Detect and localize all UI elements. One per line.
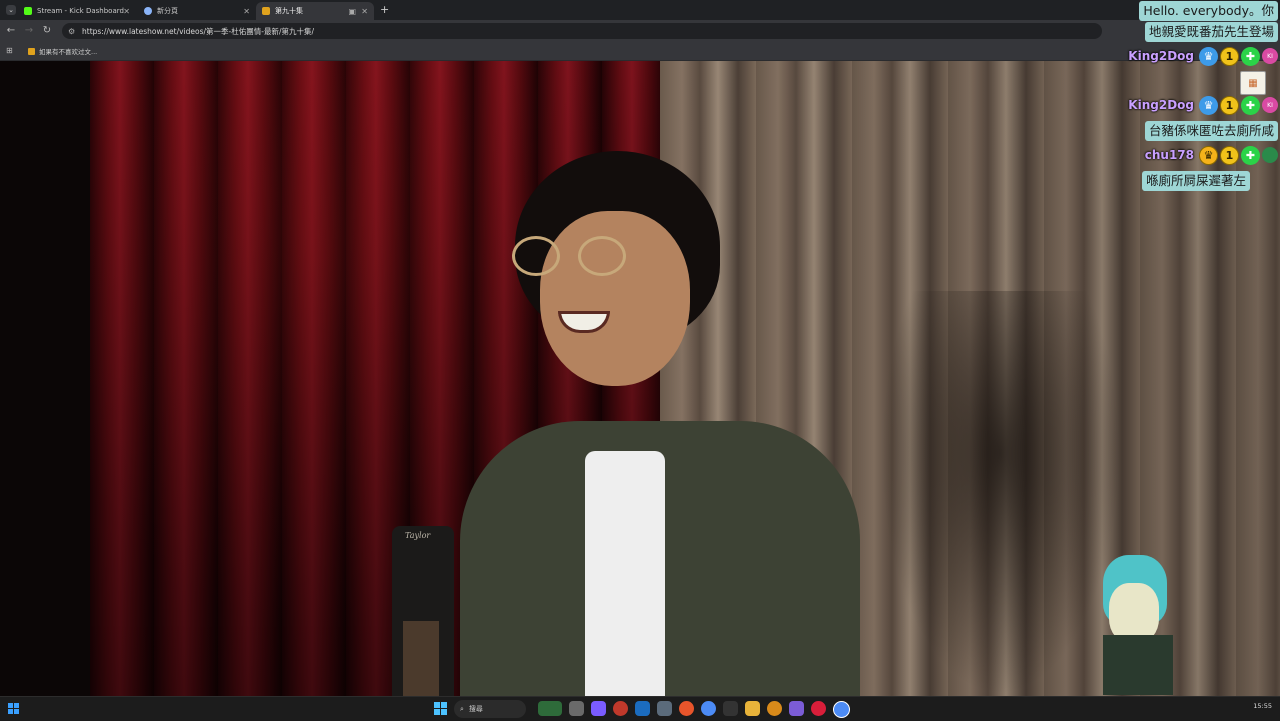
crown-badge-icon: ♛: [1199, 46, 1218, 66]
app-icon[interactable]: [723, 701, 738, 716]
discord-icon[interactable]: [789, 701, 804, 716]
tab-strip: ⌄ Stream - Kick Dashboard ✕ 新分頁 ✕ 第九十集 ▣…: [0, 0, 1280, 20]
site-icon: [262, 7, 270, 15]
task-view-icon[interactable]: [569, 701, 584, 716]
steam-icon[interactable]: [635, 701, 650, 716]
chrome-icon[interactable]: [701, 701, 716, 716]
crown-badge-icon: ♛: [1199, 95, 1218, 115]
tab-new-tab[interactable]: 新分頁 ✕: [138, 2, 256, 20]
glasses-left: [512, 236, 560, 276]
plus-badge-icon: ✚: [1241, 46, 1260, 66]
tab-label: Stream - Kick Dashboard: [37, 7, 124, 15]
address-bar[interactable]: ⚙ https://www.lateshow.net/videos/第一季-杜佑…: [62, 23, 1102, 39]
search-label: 搜尋: [468, 705, 483, 713]
widgets-icon[interactable]: [8, 703, 20, 715]
chrome-active-icon[interactable]: [833, 701, 850, 718]
chat-message: 台豬係咪匿咗去廁所咸: [1144, 121, 1278, 141]
folder-icon[interactable]: [745, 701, 760, 716]
tab-list-button[interactable]: ⌄: [6, 5, 16, 15]
site-info-icon[interactable]: ⚙: [68, 27, 78, 36]
search-icon: ⌕: [460, 704, 464, 713]
crown-badge-icon: ♛: [1199, 145, 1218, 165]
rank-badge-icon: 1: [1220, 145, 1239, 165]
close-tab-icon[interactable]: ✕: [243, 7, 250, 16]
chat-username[interactable]: King2Dog: [1128, 98, 1194, 112]
chat-user-row: King2Dog ♛ 1 ✚ KI: [1128, 45, 1278, 67]
tab-label: 新分頁: [157, 7, 178, 15]
tab-episode-90[interactable]: 第九十集 ▣ ✕: [256, 2, 374, 20]
chat-message: 喺廁所屙屎遲著左: [1141, 171, 1250, 191]
bookmark-label: 如果有不喜欢过文...: [39, 48, 98, 56]
chat-message: 地親愛既番茄先生登場: [1144, 22, 1278, 42]
avatar: [1262, 147, 1278, 163]
wall-shadow: [880, 291, 1120, 696]
url-text: https://www.lateshow.net/videos/第一季-杜佑團情…: [82, 26, 315, 36]
comedian: [430, 151, 900, 696]
close-tab-icon[interactable]: ✕: [361, 7, 368, 16]
bookmark-favicon-icon: [28, 47, 35, 55]
video-player[interactable]: Taylor: [0, 61, 1280, 696]
chat-username[interactable]: King2Dog: [1128, 49, 1194, 63]
glasses-right: [578, 236, 626, 276]
firefox-icon[interactable]: [679, 701, 694, 716]
guitar-brand-label: Taylor: [405, 531, 431, 540]
chat-user-row: King2Dog ♛ 1 ✚ KI: [1128, 94, 1278, 116]
media-icon[interactable]: ▣: [348, 7, 356, 16]
app-icon[interactable]: [767, 701, 782, 716]
emote-icon: ▦: [1240, 71, 1266, 95]
app-icon[interactable]: [657, 701, 672, 716]
apps-grid-icon[interactable]: ⊞: [6, 46, 13, 55]
chat-message: Hello. everybody。你: [1139, 1, 1278, 21]
taskbar: ⌕ 搜尋 15:55: [0, 696, 1280, 721]
chat-user-row: chu178 ♛ 1 ✚: [1145, 144, 1278, 166]
bookmark-item[interactable]: 如果有不喜欢过文...: [28, 46, 97, 56]
tab-kick-dashboard[interactable]: Stream - Kick Dashboard ✕: [18, 2, 136, 20]
kick-icon: [24, 7, 32, 15]
avatar: KI: [1262, 97, 1278, 113]
app-icon[interactable]: [811, 701, 826, 716]
browser-toolbar: ← → ↻ ⚙ https://www.lateshow.net/videos/…: [0, 20, 1280, 42]
back-icon[interactable]: ←: [5, 25, 17, 36]
plus-badge-icon: ✚: [1241, 145, 1260, 165]
chat-username[interactable]: chu178: [1145, 148, 1194, 162]
mascot-face: [1109, 583, 1159, 643]
chrome-icon: [144, 7, 152, 15]
new-tab-button[interactable]: +: [380, 3, 389, 16]
avatar: KI: [1262, 48, 1278, 64]
close-tab-icon[interactable]: ✕: [123, 7, 130, 16]
face: [540, 211, 690, 386]
mascot-body: [1103, 635, 1173, 695]
plus-badge-icon: ✚: [1241, 95, 1260, 115]
start-menu-icon[interactable]: [434, 702, 448, 716]
tab-label: 第九十集: [275, 7, 303, 15]
app-icon[interactable]: [591, 701, 606, 716]
weather-widget-icon[interactable]: [538, 701, 562, 716]
forward-icon[interactable]: →: [23, 25, 35, 36]
obs-icon[interactable]: [613, 701, 628, 716]
rank-badge-icon: 1: [1220, 46, 1239, 66]
clock[interactable]: 15:55: [1253, 702, 1272, 710]
reload-icon[interactable]: ↻: [41, 25, 53, 36]
rank-badge-icon: 1: [1220, 95, 1239, 115]
taskbar-search[interactable]: ⌕ 搜尋: [454, 700, 526, 718]
bookmarks-bar: ⊞ 如果有不喜欢过文...: [0, 42, 1280, 61]
snorlax-mascot: [1103, 545, 1173, 695]
white-shirt: [585, 451, 665, 696]
